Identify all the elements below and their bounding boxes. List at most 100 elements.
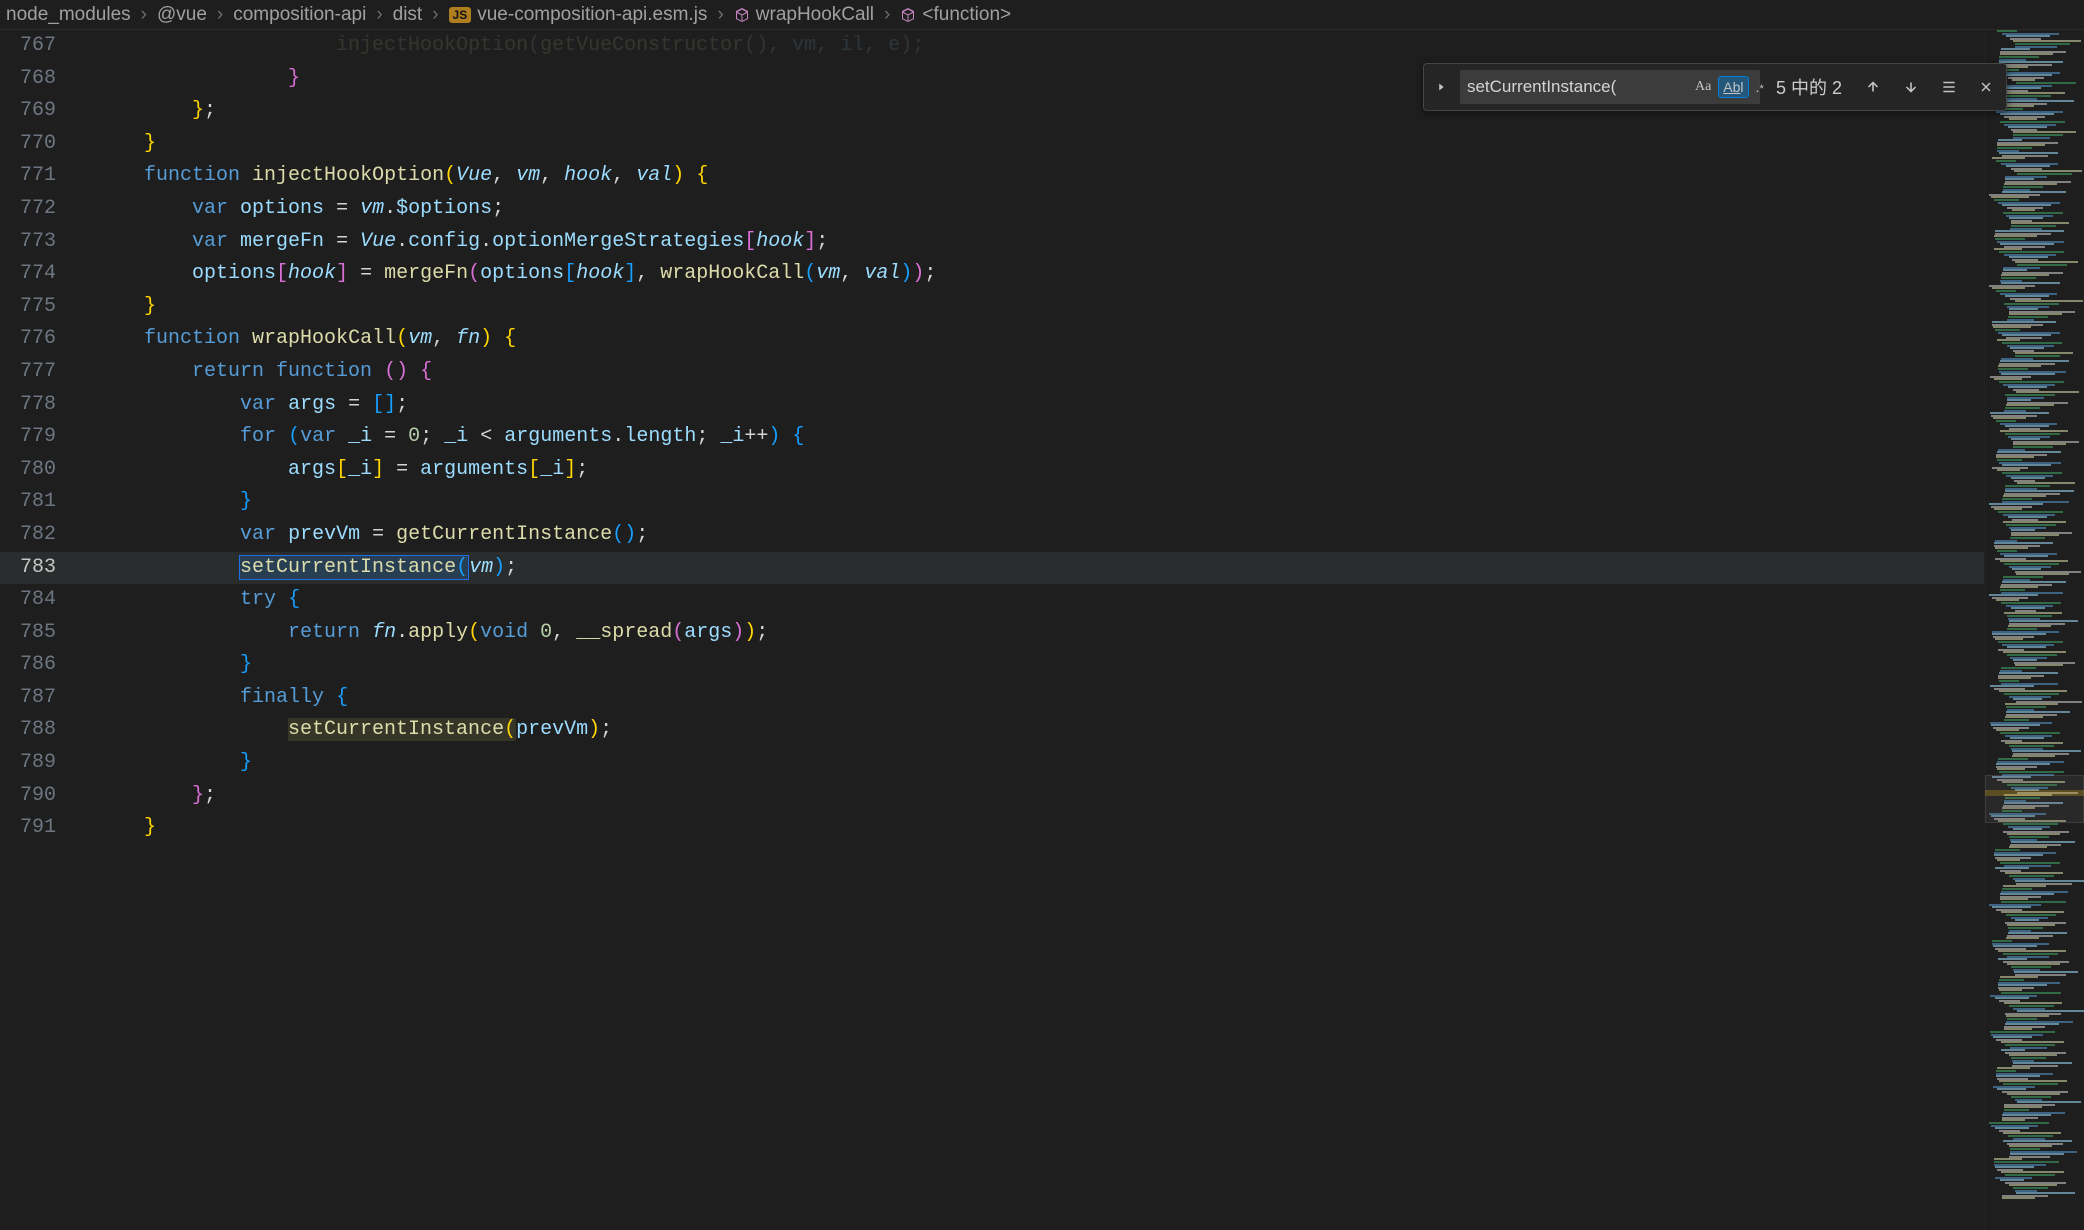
whole-word-toggle[interactable]: Abl (1718, 76, 1748, 98)
line-number: 777 (0, 356, 78, 389)
line-content: } (78, 291, 1984, 324)
code-line[interactable]: 772 var options = vm.$options; (0, 193, 1984, 226)
breadcrumb-label: @vue (157, 4, 207, 26)
breadcrumb-item[interactable]: JSvue-composition-api.esm.js (449, 4, 708, 26)
code-line[interactable]: 775 } (0, 291, 1984, 324)
breadcrumb-label: composition-api (233, 4, 366, 26)
breadcrumb-item[interactable]: dist (393, 4, 423, 26)
line-number: 774 (0, 258, 78, 291)
line-number: 785 (0, 617, 78, 650)
line-content: args[_i] = arguments[_i]; (78, 454, 1984, 487)
line-number: 773 (0, 226, 78, 259)
line-content: try { (78, 584, 1984, 617)
line-content: setCurrentInstance(vm); (78, 552, 1984, 585)
line-content: } (78, 747, 1984, 780)
code-line[interactable]: 787 finally { (0, 682, 1984, 715)
line-content: var prevVm = getCurrentInstance(); (78, 519, 1984, 552)
line-number: 791 (0, 812, 78, 845)
breadcrumb-label: wrapHookCall (756, 4, 874, 26)
line-content: } (78, 486, 1984, 519)
find-next-button[interactable] (1896, 74, 1926, 100)
code-line[interactable]: 774 options[hook] = mergeFn(options[hook… (0, 258, 1984, 291)
breadcrumb-item[interactable]: @vue (157, 4, 207, 26)
line-number: 770 (0, 128, 78, 161)
find-input-container: Aa Abl .* (1460, 70, 1760, 104)
line-content: return function () { (78, 356, 1984, 389)
code-line[interactable]: 779 for (var _i = 0; _i < arguments.leng… (0, 421, 1984, 454)
minimap[interactable] (1984, 30, 2084, 1230)
code-line[interactable]: 780 args[_i] = arguments[_i]; (0, 454, 1984, 487)
find-prev-button[interactable] (1858, 74, 1888, 100)
line-number: 772 (0, 193, 78, 226)
code-line[interactable]: 784 try { (0, 584, 1984, 617)
line-content: for (var _i = 0; _i < arguments.length; … (78, 421, 1984, 454)
code-editor[interactable]: 767 injectHookOption(getVueConstructor()… (0, 30, 1984, 1230)
find-widget: Aa Abl .* 5 中的 2 (1423, 63, 2007, 111)
code-line[interactable]: 788 setCurrentInstance(prevVm); (0, 714, 1984, 747)
code-line[interactable]: 770 } (0, 128, 1984, 161)
line-content: var options = vm.$options; (78, 193, 1984, 226)
line-content: var mergeFn = Vue.config.optionMergeStra… (78, 226, 1984, 259)
code-line[interactable]: 790 }; (0, 780, 1984, 813)
line-content: setCurrentInstance(prevVm); (78, 714, 1984, 747)
find-close-button[interactable] (1972, 75, 2000, 99)
line-number: 767 (0, 30, 78, 63)
breadcrumb-separator: › (717, 4, 723, 26)
line-content: finally { (78, 682, 1984, 715)
breadcrumb-separator: › (376, 4, 382, 26)
breadcrumb-separator: › (432, 4, 438, 26)
line-content: }; (78, 780, 1984, 813)
line-number: 783 (0, 552, 78, 585)
breadcrumb-label: vue-composition-api.esm.js (477, 4, 707, 26)
code-line[interactable]: 781 } (0, 486, 1984, 519)
line-number: 787 (0, 682, 78, 715)
line-content: options[hook] = mergeFn(options[hook], w… (78, 258, 1984, 291)
breadcrumb-item[interactable]: wrapHookCall (734, 4, 874, 26)
code-line[interactable]: 785 return fn.apply(void 0, __spread(arg… (0, 617, 1984, 650)
breadcrumb-label: node_modules (6, 4, 131, 26)
code-line[interactable]: 783 setCurrentInstance(vm); (0, 552, 1984, 585)
symbol-function-icon (900, 7, 916, 23)
line-content: return fn.apply(void 0, __spread(args)); (78, 617, 1984, 650)
line-number: 768 (0, 63, 78, 96)
code-line[interactable]: 789 } (0, 747, 1984, 780)
line-content: } (78, 812, 1984, 845)
line-content: var args = []; (78, 389, 1984, 422)
breadcrumb-label: <function> (922, 4, 1011, 26)
line-number: 779 (0, 421, 78, 454)
find-input[interactable] (1467, 77, 1688, 97)
code-line[interactable]: 778 var args = []; (0, 389, 1984, 422)
code-line[interactable]: 777 return function () { (0, 356, 1984, 389)
match-case-toggle[interactable]: Aa (1690, 76, 1716, 98)
code-line[interactable]: 786 } (0, 649, 1984, 682)
line-number: 789 (0, 747, 78, 780)
line-content: function injectHookOption(Vue, vm, hook,… (78, 160, 1984, 193)
find-expand-toggle[interactable] (1430, 76, 1452, 98)
breadcrumb-item[interactable]: composition-api (233, 4, 366, 26)
line-content: function wrapHookCall(vm, fn) { (78, 323, 1984, 356)
code-line[interactable]: 767 injectHookOption(getVueConstructor()… (0, 30, 1984, 63)
code-line[interactable]: 782 var prevVm = getCurrentInstance(); (0, 519, 1984, 552)
line-number: 782 (0, 519, 78, 552)
breadcrumb-separator: › (884, 4, 890, 26)
line-number: 786 (0, 649, 78, 682)
code-line[interactable]: 771 function injectHookOption(Vue, vm, h… (0, 160, 1984, 193)
find-in-selection-button[interactable] (1934, 74, 1964, 100)
line-number: 778 (0, 389, 78, 422)
line-number: 776 (0, 323, 78, 356)
code-line[interactable]: 773 var mergeFn = Vue.config.optionMerge… (0, 226, 1984, 259)
breadcrumb-label: dist (393, 4, 423, 26)
line-number: 788 (0, 714, 78, 747)
breadcrumb-item[interactable]: node_modules (6, 4, 131, 26)
regex-toggle[interactable]: .* (1751, 76, 1769, 98)
line-number: 780 (0, 454, 78, 487)
line-content: } (78, 128, 1984, 161)
line-number: 790 (0, 780, 78, 813)
line-number: 769 (0, 95, 78, 128)
line-number: 771 (0, 160, 78, 193)
line-number: 784 (0, 584, 78, 617)
code-line[interactable]: 776 function wrapHookCall(vm, fn) { (0, 323, 1984, 356)
code-line[interactable]: 791 } (0, 812, 1984, 845)
breadcrumb-item[interactable]: <function> (900, 4, 1011, 26)
line-number: 781 (0, 486, 78, 519)
